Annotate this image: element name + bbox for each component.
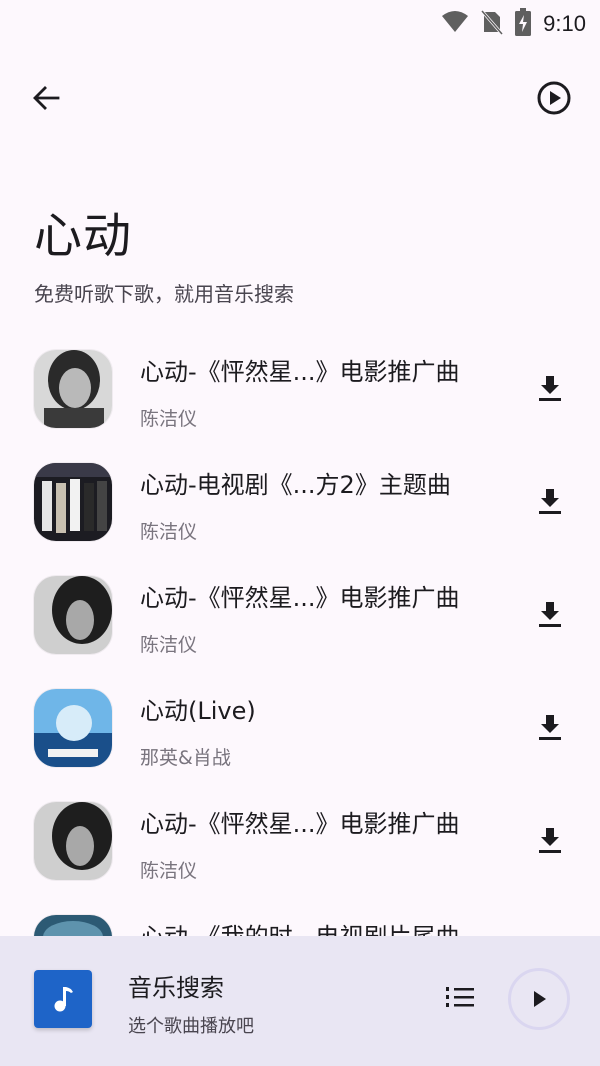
play-circle-icon — [537, 81, 571, 115]
song-item[interactable]: 心动-《我的时...电视剧片尾曲 — [0, 903, 600, 936]
song-artist: 陈洁仪 — [140, 521, 198, 543]
song-title: 心动-《我的时...电视剧片尾曲 — [140, 917, 460, 936]
album-cover — [34, 915, 112, 936]
mini-player[interactable]: 音乐搜索 选个歌曲播放吧 — [0, 936, 600, 1066]
song-title: 心动-《怦然星...》电影推广曲 — [140, 358, 460, 386]
player-title: 音乐搜索 — [128, 974, 224, 1002]
queue-button[interactable] — [440, 978, 480, 1018]
download-icon — [539, 489, 561, 514]
music-note-icon — [54, 987, 73, 1012]
download-icon — [539, 828, 561, 853]
player-cover — [34, 970, 92, 1028]
download-button[interactable] — [528, 479, 572, 523]
download-button[interactable] — [528, 705, 572, 749]
page-subtitle: 免费听歌下歌，就用音乐搜索 — [34, 282, 294, 306]
album-cover — [34, 350, 112, 428]
album-cover — [34, 689, 112, 767]
song-title: 心动-《怦然星...》电影推广曲 — [140, 810, 460, 838]
download-button[interactable] — [528, 592, 572, 636]
wifi-icon — [441, 10, 469, 38]
album-cover — [34, 576, 112, 654]
song-title: 心动-《怦然星...》电影推广曲 — [140, 584, 460, 612]
song-item[interactable]: 心动-电视剧《...方2》主题曲 陈洁仪 — [0, 451, 600, 564]
status-bar: 9:10 — [0, 0, 600, 44]
song-item[interactable]: 心动-《怦然星...》电影推广曲 陈洁仪 — [0, 338, 600, 451]
back-button[interactable] — [24, 76, 68, 120]
arrow-left-icon — [33, 86, 60, 110]
download-button[interactable] — [528, 818, 572, 862]
download-icon — [539, 715, 561, 740]
album-cover — [34, 463, 112, 541]
song-title: 心动(Live) — [140, 697, 256, 725]
player-subtitle: 选个歌曲播放吧 — [128, 1016, 254, 1037]
song-item[interactable]: 心动-《怦然星...》电影推广曲 陈洁仪 — [0, 790, 600, 903]
song-title: 心动-电视剧《...方2》主题曲 — [140, 471, 451, 499]
download-icon — [539, 376, 561, 401]
song-artist: 那英&肖战 — [140, 747, 231, 769]
player-play-button[interactable] — [508, 968, 570, 1030]
download-button[interactable] — [528, 366, 572, 410]
song-artist: 陈洁仪 — [140, 408, 198, 430]
top-app-bar — [0, 64, 600, 124]
download-icon — [539, 602, 561, 627]
battery-charging-icon — [515, 8, 532, 40]
play-icon — [534, 991, 546, 1007]
page-title: 心动 — [34, 208, 133, 264]
status-icons: 9:10 — [441, 8, 586, 40]
play-all-button[interactable] — [532, 76, 576, 120]
queue-list-icon — [446, 987, 474, 1007]
song-artist: 陈洁仪 — [140, 860, 198, 882]
status-time: 9:10 — [543, 11, 586, 36]
song-artist: 陈洁仪 — [140, 634, 198, 656]
no-sim-icon — [481, 9, 504, 39]
album-cover — [34, 802, 112, 880]
song-item[interactable]: 心动(Live) 那英&肖战 — [0, 677, 600, 790]
song-list: 心动-《怦然星...》电影推广曲 陈洁仪 心动-电视剧《...方2》主题曲 陈洁… — [0, 338, 600, 936]
song-item[interactable]: 心动-《怦然星...》电影推广曲 陈洁仪 — [0, 564, 600, 677]
